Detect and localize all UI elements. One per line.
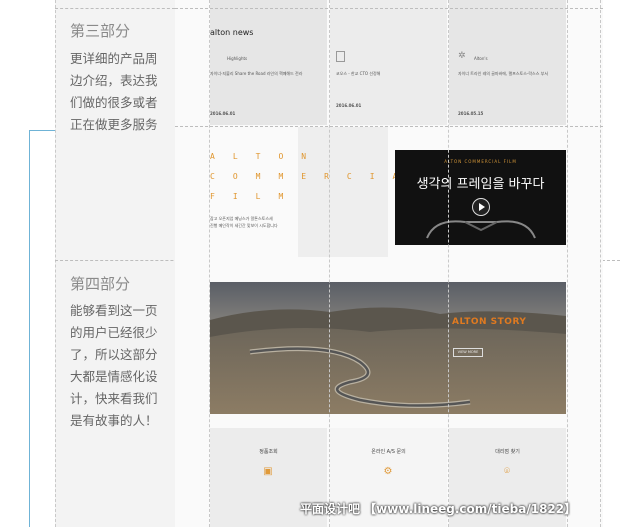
grid-guide [448,0,449,527]
tools-icon: ⚙ [383,466,393,477]
section4-line: 大都是情感化设 [70,369,158,384]
news-tag: Highlights [227,56,248,61]
film-line: FILM [210,192,302,201]
grid-guide-horizontal [175,126,603,127]
search-icon: ▣ [263,466,273,477]
news-headline: 자이너 트라인 레의 골마바에, 랠프스토스-락스스 부서 [458,71,549,76]
section4-line: 是有故事的人！ [70,413,158,428]
section3-description: 更详细的产品周 边介绍，表达我 们做的很多或者 正在做更多服务 [70,48,162,136]
video-subtitle: ALTON COMMERCIAL FILM [444,159,517,164]
story-banner-image[interactable] [210,282,566,414]
film-band-shade [298,127,388,257]
section4-line: 能够看到这一页 [70,303,158,318]
film-caption: 진행 메인작이 세긴간 맞보이 시도합니다 [210,223,278,228]
news-date: 2016.05.15 [458,111,484,116]
bicycle-handlebar-illustration [426,220,536,239]
grid-guide [567,0,568,527]
gear-icon: ✲ [458,51,466,61]
section4-title: 第四部分 [70,275,131,293]
news-heading: alton news [210,28,254,37]
grid-guide [600,0,601,527]
landscape-illustration [210,282,566,414]
section-divider-top [55,8,175,9]
news-date: 2016.06.01 [210,111,236,116]
news-date: 2016.06.01 [336,103,362,108]
section4-line: 计，快来看我们 [70,391,158,406]
grid-guide [209,0,210,527]
section3-line: 更详细的产品周 [70,51,158,66]
news-tag: Alton's [474,56,488,61]
film-line: ALTON [210,152,325,161]
service-title: 온라인 A/S 문의 [371,449,406,455]
building-icon [336,51,345,62]
grid-guide [329,0,330,527]
location-icon: ⌾ [504,466,510,477]
section4-line: 的用户已经很少 [70,325,158,340]
annotation-connector-tick [29,130,55,131]
service-title: 대리점 찾기 [495,449,520,455]
annotation-connector-line [29,130,30,527]
story-title: ALTON STORY [452,317,527,327]
service-title: 정품조회 [259,449,278,455]
news-card[interactable] [210,0,327,125]
section3-line: 正在做更多服务 [70,117,158,132]
news-headline: 코오스 - 한교 CTO 선정해 [336,71,381,76]
news-card[interactable] [449,0,566,125]
section3-title: 第三部分 [70,22,131,40]
section4-line: 了，所以这部分 [70,347,158,362]
commercial-video[interactable]: ALTON COMMERCIAL FILM 생각의 프레임을 바꾸다 [395,150,566,245]
section4-description: 能够看到这一页 的用户已经很少 了，所以这部分 大都是情感化设 计，快来看我们 … [70,300,162,432]
news-headline: 자이너-지불리 Share the Road 라인의 핵폐해드 전라 [210,71,303,76]
grid-guide-horizontal [175,8,603,9]
section3-line: 们做的很多或者 [70,95,158,110]
section3-line: 边介绍，表达我 [70,73,158,88]
watermark: 平面设计吧 【www.lineeg.com/tieba/1822】 [300,502,577,516]
story-view-more-button[interactable]: VIEW MORE [453,348,483,357]
film-caption: 잡고 오픈지업 메닝스가 알톤스토스세 [210,216,273,221]
video-headline: 생각의 프레임을 바꾸다 [416,177,545,192]
